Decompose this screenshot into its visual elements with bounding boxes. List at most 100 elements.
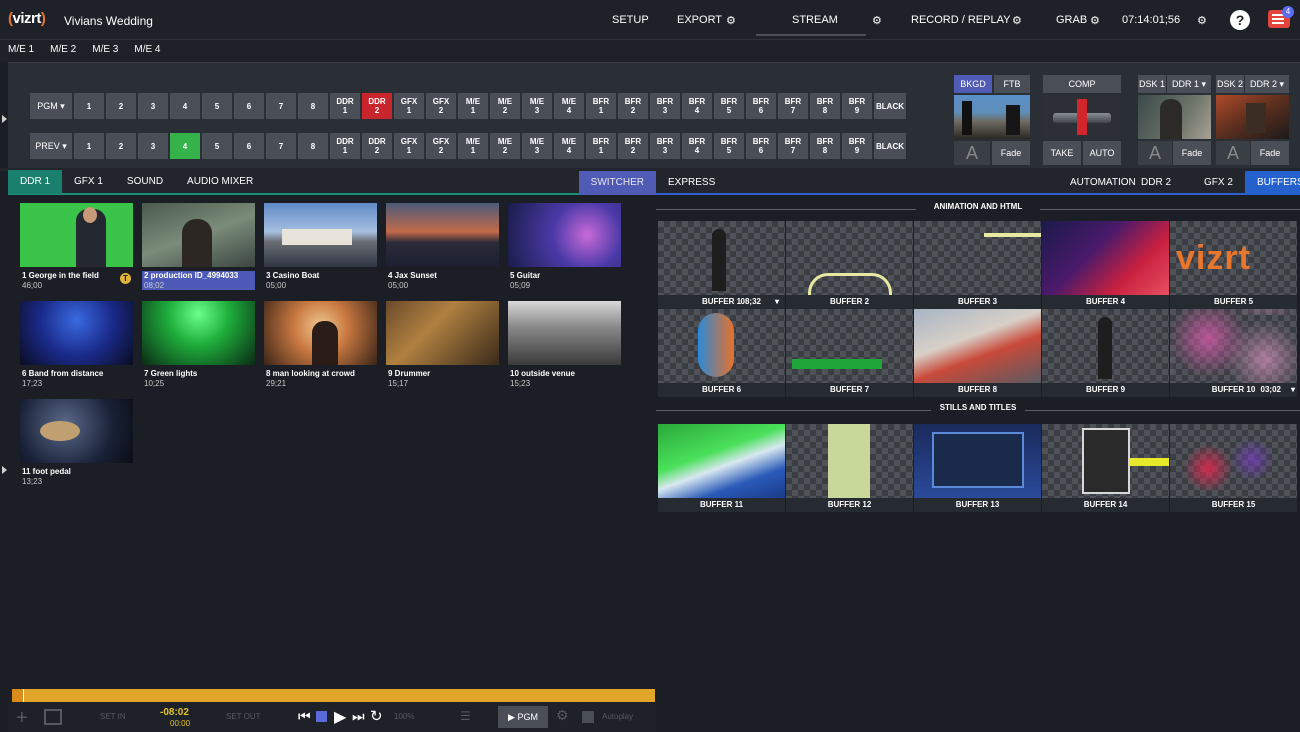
pgm-source-button[interactable]: BFR 6 bbox=[746, 93, 776, 119]
set-out-button[interactable]: SET OUT bbox=[226, 712, 261, 721]
buffer-8[interactable]: BUFFER 8 bbox=[914, 309, 1041, 397]
pgm-source-button[interactable]: GFX 2 bbox=[426, 93, 456, 119]
prev-source-button[interactable]: GFX 2 bbox=[426, 133, 456, 159]
list-item[interactable]: 6 Band from distance 17;23 bbox=[20, 301, 133, 388]
prev-source-button[interactable]: BFR 5 bbox=[714, 133, 744, 159]
pgm-source-button[interactable]: BFR 5 bbox=[714, 93, 744, 119]
buffer-12[interactable]: BUFFER 12 bbox=[786, 424, 913, 512]
pgm-source-button[interactable]: M/E 3 bbox=[522, 93, 552, 119]
setup-menu[interactable]: SETUP bbox=[612, 0, 649, 40]
grab-menu[interactable]: GRAB bbox=[1056, 0, 1087, 40]
tab-ddr2[interactable]: DDR 2 bbox=[1141, 171, 1171, 195]
prev-source-button[interactable]: 6 bbox=[234, 133, 264, 159]
prev-source-button[interactable]: 2 bbox=[106, 133, 136, 159]
pgm-source-button[interactable]: BFR 3 bbox=[650, 93, 680, 119]
tab-audio-mixer[interactable]: AUDIO MIXER bbox=[175, 170, 265, 194]
pgm-source-button[interactable]: DDR 2 bbox=[362, 93, 392, 119]
list-item[interactable]: 4 Jax Sunset 05;00 bbox=[386, 203, 499, 290]
pgm-source-button[interactable]: BFR 7 bbox=[778, 93, 808, 119]
prev-source-button[interactable]: DDR 1 bbox=[330, 133, 360, 159]
playhead[interactable] bbox=[12, 689, 24, 702]
list-item[interactable]: 1 George in the field 46;00 T bbox=[20, 203, 133, 290]
record-replay-menu[interactable]: RECORD / REPLAY bbox=[911, 0, 1010, 40]
play-icon[interactable]: ▶ bbox=[334, 707, 346, 727]
buffer-6[interactable]: BUFFER 6 bbox=[658, 309, 785, 397]
pgm-source-button[interactable]: 4 bbox=[170, 93, 200, 119]
pgm-source-button[interactable]: 6 bbox=[234, 93, 264, 119]
stop-icon[interactable] bbox=[316, 711, 327, 722]
list-item[interactable]: 7 Green lights 10;25 bbox=[142, 301, 255, 388]
buffer-10[interactable]: BUFFER 10 03;02 ▾ bbox=[1170, 309, 1297, 397]
add-icon[interactable]: + bbox=[16, 707, 28, 730]
bkgd-button[interactable]: BKGD bbox=[954, 75, 992, 93]
prev-source-button[interactable]: M/E 2 bbox=[490, 133, 520, 159]
buffer-7[interactable]: BUFFER 7 bbox=[786, 309, 913, 397]
buffer-14[interactable]: BUFFER 14 bbox=[1042, 424, 1169, 512]
prev-source-button[interactable]: BFR 1 bbox=[586, 133, 616, 159]
prev-source-button[interactable]: BFR 2 bbox=[618, 133, 648, 159]
tab-me4[interactable]: M/E 4 bbox=[126, 40, 168, 62]
buffer-3[interactable]: BUFFER 3 bbox=[914, 221, 1041, 309]
pgm-source-button[interactable]: 5 bbox=[202, 93, 232, 119]
tab-gfx1[interactable]: GFX 1 bbox=[62, 170, 115, 194]
buffer-4[interactable]: BUFFER 4 bbox=[1042, 221, 1169, 309]
export-menu[interactable]: EXPORT bbox=[677, 0, 722, 40]
pgm-source-button[interactable]: BFR 1 bbox=[586, 93, 616, 119]
auto-button[interactable]: AUTO bbox=[1083, 141, 1121, 165]
pgm-source-button[interactable]: BFR 8 bbox=[810, 93, 840, 119]
dsk2-button[interactable]: DSK 2 bbox=[1216, 75, 1244, 93]
take-button[interactable]: TAKE bbox=[1043, 141, 1081, 165]
prev-source-button[interactable]: 5 bbox=[202, 133, 232, 159]
pgm-source-button[interactable]: BLACK bbox=[874, 93, 906, 119]
pgm-source-button[interactable]: 8 bbox=[298, 93, 328, 119]
dsk1-fade-button[interactable]: Fade bbox=[1173, 141, 1211, 165]
ftb-button[interactable]: FTB bbox=[994, 75, 1030, 93]
prev-source-button[interactable]: 1 bbox=[74, 133, 104, 159]
prev-source-button[interactable]: BFR 4 bbox=[682, 133, 712, 159]
list-item[interactable]: 10 outside venue 15;23 bbox=[508, 301, 621, 388]
chevron-down-icon[interactable]: ▾ bbox=[1291, 383, 1295, 397]
tab-me3[interactable]: M/E 3 bbox=[84, 40, 126, 62]
tbar-handle[interactable] bbox=[1077, 99, 1087, 135]
record-gear-icon[interactable]: ⚙ bbox=[1012, 0, 1022, 40]
export-gear-icon[interactable]: ⚙ bbox=[726, 0, 736, 40]
pgm-source-button[interactable]: 1 bbox=[74, 93, 104, 119]
speed-display[interactable]: 100% bbox=[394, 712, 414, 721]
comp-button[interactable]: COMP bbox=[1043, 75, 1121, 93]
pgm-source-button[interactable]: BFR 4 bbox=[682, 93, 712, 119]
list-item[interactable]: 5 Guitar 05;09 bbox=[508, 203, 621, 290]
dsk1-button[interactable]: DSK 1 bbox=[1138, 75, 1166, 93]
buffer-1[interactable]: BUFFER 1 08;32 ▾ bbox=[658, 221, 785, 309]
pgm-source-button[interactable]: M/E 2 bbox=[490, 93, 520, 119]
tab-express[interactable]: EXPRESS bbox=[668, 171, 715, 195]
pgm-source-button[interactable]: 7 bbox=[266, 93, 296, 119]
pgm-source-button[interactable]: 3 bbox=[138, 93, 168, 119]
tab-gfx2[interactable]: GFX 2 bbox=[1204, 171, 1233, 195]
pgm-source-button[interactable]: M/E 1 bbox=[458, 93, 488, 119]
expand-arrow-icon[interactable] bbox=[2, 466, 7, 474]
playlist-mode-icon[interactable] bbox=[44, 709, 62, 725]
help-icon[interactable]: ? bbox=[1230, 10, 1250, 30]
skip-forward-icon[interactable]: ⏭ bbox=[352, 708, 365, 725]
dsk1-source-select[interactable]: DDR 1 ▾ bbox=[1167, 75, 1211, 93]
bkgd-fade-button[interactable]: Fade bbox=[992, 141, 1030, 165]
tab-me1[interactable]: M/E 1 bbox=[0, 40, 42, 62]
prev-source-button[interactable]: M/E 4 bbox=[554, 133, 584, 159]
pgm-source-button[interactable]: M/E 4 bbox=[554, 93, 584, 119]
buffer-2[interactable]: BUFFER 2 bbox=[786, 221, 913, 309]
buffer-5[interactable]: vizrt BUFFER 5 bbox=[1170, 221, 1297, 309]
prev-source-button[interactable]: BLACK bbox=[874, 133, 906, 159]
prev-source-button[interactable]: 7 bbox=[266, 133, 296, 159]
prev-source-button[interactable]: 4 bbox=[170, 133, 200, 159]
stream-gear-icon[interactable]: ⚙ bbox=[872, 0, 882, 40]
chevron-down-icon[interactable]: ▾ bbox=[775, 295, 779, 309]
list-icon[interactable]: ☰ bbox=[460, 709, 471, 723]
list-item[interactable]: 3 Casino Boat 05;00 bbox=[264, 203, 377, 290]
prev-source-button[interactable]: BFR 9 bbox=[842, 133, 872, 159]
pgm-source-button[interactable]: DDR 1 bbox=[330, 93, 360, 119]
prev-source-button[interactable]: 8 bbox=[298, 133, 328, 159]
tab-sound[interactable]: SOUND bbox=[115, 170, 175, 194]
prev-source-button[interactable]: M/E 1 bbox=[458, 133, 488, 159]
prev-source-button[interactable]: BFR 3 bbox=[650, 133, 680, 159]
buffer-9[interactable]: BUFFER 9 bbox=[1042, 309, 1169, 397]
